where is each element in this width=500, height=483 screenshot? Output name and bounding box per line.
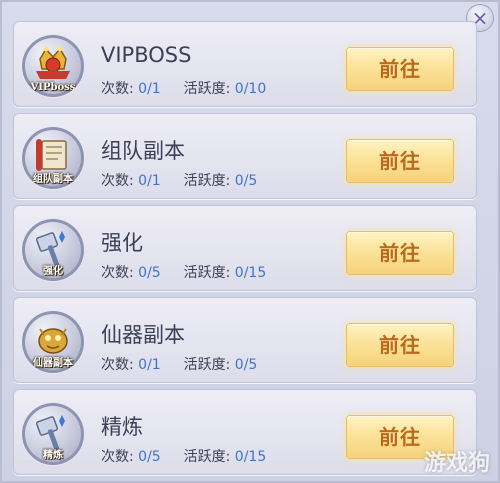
task-title: 强化 [101, 231, 143, 255]
count-value: 0/1 [138, 173, 161, 189]
icon-caption: VIPboss [30, 82, 76, 93]
task-title: 仙器副本 [101, 323, 185, 347]
enhance-hammer-icon: 强化 [22, 219, 84, 281]
activity-value: 0/15 [234, 265, 267, 281]
count-label: 次数: [101, 449, 134, 465]
icon-caption: 强化 [43, 266, 63, 277]
go-button[interactable]: 前往 [347, 232, 453, 274]
task-row-enhance: 强化 强化 次数: 0/5 活跃度: 0/15 前往 [13, 205, 477, 291]
activity-label: 活跃度: [183, 265, 231, 281]
task-stats: 次数: 0/5 活跃度: 0/15 [101, 446, 266, 466]
watermark: 游戏狗 [423, 451, 490, 476]
icon-caption: 组队副本 [33, 174, 73, 185]
activity-label: 活跃度: [183, 449, 231, 465]
refine-hammer-icon: 精炼 [22, 403, 84, 465]
count-label: 次数: [101, 81, 134, 97]
team-dungeon-icon: 组队副本 [22, 127, 84, 189]
count-label: 次数: [101, 173, 134, 189]
task-row-vipboss: VIPboss VIPBOSS 次数: 0/1 活跃度: 0/10 前往 [13, 21, 477, 107]
task-row-artifact-dungeon: 仙器副本 仙器副本 次数: 0/1 活跃度: 0/5 前往 [13, 297, 477, 383]
icon-caption: 仙器副本 [33, 358, 73, 369]
task-title: 组队副本 [101, 139, 185, 163]
task-stats: 次数: 0/1 活跃度: 0/5 [101, 170, 257, 190]
task-title: 精炼 [101, 415, 143, 439]
activity-label: 活跃度: [183, 81, 231, 97]
activity-label: 活跃度: [183, 357, 231, 373]
activity-value: 0/5 [234, 357, 258, 373]
count-value: 0/5 [138, 265, 161, 281]
task-title: VIPBOSS [101, 43, 192, 67]
artifact-dungeon-icon: 仙器副本 [22, 311, 84, 373]
icon-caption: 精炼 [43, 450, 63, 461]
go-button[interactable]: 前往 [347, 324, 453, 366]
go-button[interactable]: 前往 [347, 140, 453, 182]
vip-boss-icon: VIPboss [22, 35, 84, 97]
activity-value: 0/15 [234, 449, 267, 465]
count-label: 次数: [101, 357, 134, 373]
count-label: 次数: [101, 265, 134, 281]
task-row-team-dungeon: 组队副本 组队副本 次数: 0/1 活跃度: 0/5 前往 [13, 113, 477, 199]
count-value: 0/5 [138, 449, 161, 465]
activity-value: 0/5 [234, 173, 258, 189]
go-button[interactable]: 前往 [347, 48, 453, 90]
task-stats: 次数: 0/1 活跃度: 0/10 [101, 78, 266, 98]
task-stats: 次数: 0/1 活跃度: 0/5 [101, 354, 257, 374]
count-value: 0/1 [138, 81, 161, 97]
activity-panel: × VIPboss VIPBOSS 次数: 0/1 活跃度: 0/10 前往 组… [0, 0, 500, 483]
activity-value: 0/10 [234, 81, 267, 97]
task-row-refine: 精炼 精炼 次数: 0/5 活跃度: 0/15 前往 [13, 389, 477, 475]
task-stats: 次数: 0/5 活跃度: 0/15 [101, 262, 266, 282]
activity-label: 活跃度: [183, 173, 231, 189]
count-value: 0/1 [138, 357, 161, 373]
